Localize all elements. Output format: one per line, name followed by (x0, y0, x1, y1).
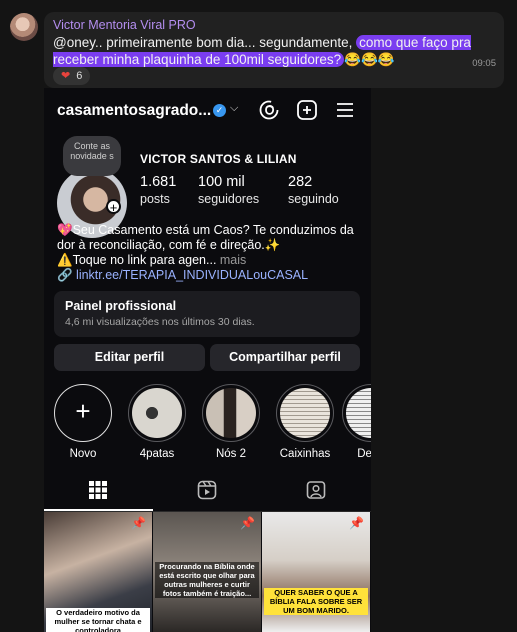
profile-full-name: VICTOR SANTOS & LILIAN (140, 152, 297, 166)
post-tile[interactable]: 📌 QUER SABER O QUE A BÍBLIA FALA SOBRE S… (262, 512, 370, 632)
stat-followers[interactable]: 100 mil seguidores (198, 174, 259, 206)
message-bubble[interactable]: Victor Mentoria Viral PRO @oney.. primei… (44, 12, 504, 88)
profile-tabs (44, 472, 371, 508)
menu-icon[interactable] (334, 99, 356, 121)
profile-header: casamentosagrado... ✓ ⌵ (44, 88, 371, 134)
profile-username[interactable]: casamentosagrado... (57, 102, 211, 120)
message-emojis: 😂😂😂 (344, 52, 395, 67)
reels-icon[interactable] (197, 480, 217, 500)
highlight-item[interactable]: Nós 2 (199, 384, 263, 460)
post-tile[interactable]: 📌 Procurando na Bíblia onde está escrito… (153, 512, 261, 632)
heart-icon: ❤ (61, 70, 71, 82)
instagram-screenshot[interactable]: casamentosagrado... ✓ ⌵ + Conte as novid… (44, 88, 371, 632)
professional-dashboard[interactable]: Painel profissional 4,6 mi visualizações… (54, 291, 360, 337)
grid-icon[interactable] (88, 480, 108, 500)
note-bubble[interactable]: Conte as novidade s (63, 136, 121, 176)
highlight-new[interactable]: + Novo (51, 384, 115, 460)
highlight-label: Depo (357, 448, 371, 460)
chevron-down-icon[interactable]: ⌵ (230, 102, 238, 115)
reaction-count: 6 (76, 70, 83, 82)
bio-line: 💖Seu Casamento está um Caos? Te conduzim… (57, 223, 354, 252)
post-caption: QUER SABER O QUE A BÍBLIA FALA SOBRE SER… (264, 588, 368, 615)
tagged-icon[interactable] (306, 480, 326, 500)
post-tile[interactable]: 📌 O verdadeiro motivo da mulher se torna… (44, 512, 152, 632)
stat-label: posts (140, 192, 170, 206)
highlight-item[interactable]: Caixinhas (273, 384, 337, 460)
bio-more-link[interactable]: mais (216, 253, 246, 267)
highlight-label: 4patas (139, 448, 175, 460)
plus-icon[interactable]: + (54, 384, 112, 442)
bio-line-2: ⚠️Toque no link para agen... mais (57, 253, 363, 268)
share-profile-button[interactable]: Compartilhar perfil (210, 344, 360, 371)
highlight-item[interactable]: 4patas (125, 384, 189, 460)
sender-name[interactable]: Victor Mentoria Viral PRO (53, 18, 196, 32)
stat-label: seguidores (198, 192, 260, 206)
highlight-cover (276, 384, 334, 442)
bio-link-text[interactable]: linktr.ee/TERAPIA_INDIVIDUALouCASAL (76, 268, 308, 282)
post-caption: Procurando na Bíblia onde está escrito q… (155, 562, 259, 598)
bio-link[interactable]: 🔗 linktr.ee/TERAPIA_INDIVIDUALouCASAL (57, 268, 363, 283)
panel-title: Painel profissional (65, 299, 177, 313)
post-caption: O verdadeiro motivo da mulher se tornar … (46, 608, 150, 632)
highlight-cover (202, 384, 260, 442)
stat-value: 282 (288, 174, 313, 190)
profile-bio: 💖Seu Casamento está um Caos? Te conduzim… (57, 223, 363, 283)
pin-icon: 📌 (240, 516, 255, 530)
stat-following[interactable]: 282 seguindo (288, 174, 339, 206)
edit-profile-button[interactable]: Editar perfil (54, 344, 205, 371)
stat-label: seguindo (288, 192, 339, 206)
highlight-item[interactable]: Depo (339, 384, 371, 460)
threads-icon[interactable] (258, 99, 280, 121)
highlight-label: Novo (69, 448, 97, 460)
add-story-icon[interactable]: + (106, 199, 121, 215)
verified-icon: ✓ (213, 104, 226, 117)
highlight-cover (342, 384, 371, 442)
bio-text: ⚠️Toque no link para agen... (57, 253, 217, 267)
stat-posts[interactable]: 1.681 posts (140, 174, 176, 206)
message-text-start: @oney.. primeiramente bom dia... segunda… (53, 35, 357, 50)
reaction-badge[interactable]: ❤ 6 (53, 67, 91, 85)
panel-subtitle: 4,6 mi visualizações nos últimos 30 dias… (65, 316, 255, 328)
highlight-label: Nós 2 (215, 448, 247, 460)
add-post-icon[interactable] (296, 99, 318, 121)
message-text: @oney.. primeiramente bom dia... segunda… (53, 34, 503, 68)
sender-avatar[interactable] (10, 13, 38, 41)
highlight-cover (128, 384, 186, 442)
pin-icon: 📌 (349, 516, 364, 530)
highlight-label: Caixinhas (279, 448, 331, 460)
message-time: 09:05 (472, 58, 496, 69)
stat-value: 1.681 (140, 174, 177, 190)
pin-icon: 📌 (131, 516, 146, 530)
stat-value: 100 mil (198, 174, 245, 190)
